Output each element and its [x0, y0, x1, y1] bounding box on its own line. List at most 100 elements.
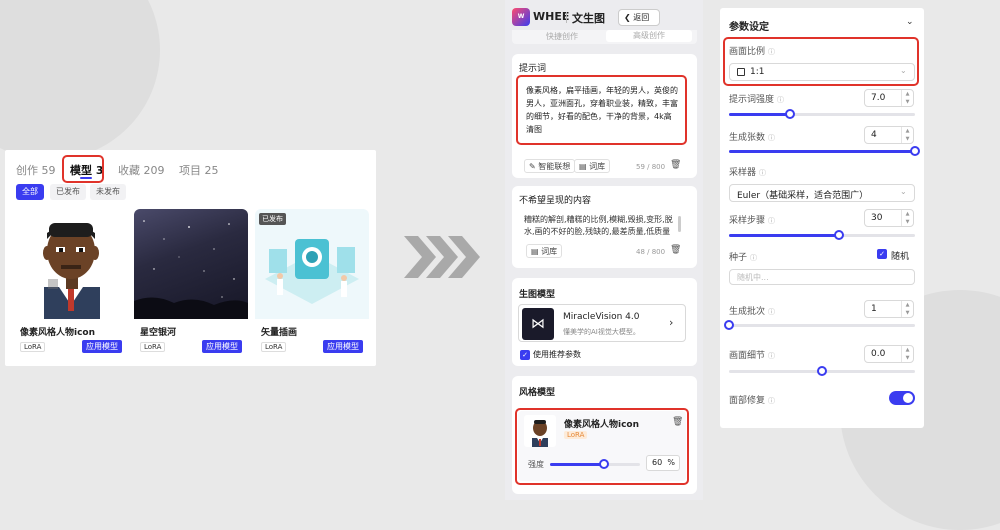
guidance-slider-fill: [729, 113, 791, 116]
face-fix-toggle[interactable]: [889, 391, 915, 405]
negative-prompt-label: 不希望呈现的内容: [519, 196, 592, 206]
tab-favorites[interactable]: 收藏 209: [118, 162, 165, 178]
smart-assist-button[interactable]: ✎ 智能联想: [524, 159, 576, 173]
highlight-prompt: [516, 75, 687, 145]
mode-tabs: 快捷创作 高级创作: [512, 30, 697, 44]
seed-input[interactable]: 随机中...: [729, 269, 915, 285]
prompt-library-label: 词库: [589, 162, 606, 171]
filter-all[interactable]: 全部: [16, 184, 44, 200]
model-name: 像素风格人物icon: [20, 328, 96, 338]
base-model-name: MiracleVision 4.0: [563, 312, 640, 322]
back-button[interactable]: ❮ 返回: [618, 9, 660, 26]
bulb-icon: ✎: [529, 162, 536, 171]
stepper-icon[interactable]: ▲ ▼: [901, 90, 913, 106]
negative-library-label: 词库: [541, 247, 558, 256]
help-icon: ⓘ: [768, 352, 776, 360]
chevron-left-icon: ❮: [624, 13, 631, 22]
count-slider[interactable]: [729, 146, 920, 156]
scrollbar[interactable]: [678, 216, 681, 232]
sampler-select[interactable]: Euler（基础采样，适合范围广） ⌄: [729, 184, 915, 202]
chevron-down-icon: ⌄: [900, 187, 907, 196]
smart-assist-label: 智能联想: [538, 162, 571, 171]
vector-illustration-thumbnail: [255, 209, 369, 319]
collapse-chevron-icon[interactable]: ⌄: [906, 17, 914, 27]
batch-slider-handle[interactable]: [724, 320, 734, 330]
chevron-right-icon: ›: [669, 316, 674, 329]
help-icon: ⓘ: [750, 254, 758, 262]
apply-model-button[interactable]: 应用模型: [82, 340, 122, 353]
filter-published[interactable]: 已发布: [50, 184, 86, 200]
highlight-ratio: [723, 37, 919, 86]
detail-input[interactable]: 0.0 ▲ ▼: [864, 345, 914, 363]
guidance-input[interactable]: 7.0 ▲ ▼: [864, 89, 914, 107]
count-slider-handle[interactable]: [910, 146, 920, 156]
steps-slider-handle[interactable]: [833, 230, 844, 240]
book-icon: ▤: [579, 162, 587, 171]
flow-arrows: [404, 236, 484, 281]
steps-slider-fill: [729, 234, 839, 237]
guidance-slider[interactable]: [729, 109, 915, 119]
params-title: 参数设定: [729, 22, 769, 33]
count-label: 生成张数 ⓘ: [729, 133, 776, 143]
toggle-knob: [903, 393, 913, 403]
tab-creations[interactable]: 创作 59: [16, 162, 56, 178]
highlight-models-tab: [62, 155, 104, 183]
lora-tag: LoRA: [261, 342, 287, 352]
batch-input[interactable]: 1 ▲ ▼: [864, 300, 914, 318]
model-name: 星空银河: [140, 328, 177, 338]
highlight-style-model: [515, 408, 689, 485]
batch-value: 1: [871, 304, 877, 314]
detail-slider[interactable]: [729, 366, 915, 376]
count-input[interactable]: 4 ▲ ▼: [864, 126, 914, 144]
batch-label: 生成批次 ⓘ: [729, 307, 776, 317]
pixel-portrait-thumbnail: [14, 209, 128, 319]
stepper-icon[interactable]: ▲ ▼: [901, 346, 913, 362]
prompt-library-button[interactable]: ▤ 词库: [574, 159, 611, 173]
prompt-char-count: 59 / 800: [636, 163, 666, 171]
tab-advanced-create[interactable]: 高级创作: [606, 30, 692, 42]
tab-projects[interactable]: 项目 25: [179, 162, 219, 178]
stepper-icon[interactable]: ▲ ▼: [901, 210, 913, 226]
model-name: 矢量插画: [261, 328, 298, 338]
published-badge: 已发布: [259, 213, 286, 225]
stepper-icon[interactable]: ▲ ▼: [901, 301, 913, 317]
steps-input[interactable]: 30 ▲ ▼: [864, 209, 914, 227]
negative-library-button[interactable]: ▤ 词库: [526, 244, 563, 258]
style-model-label: 风格模型: [519, 388, 556, 398]
help-icon: ⓘ: [768, 397, 776, 405]
steps-value: 30: [871, 213, 883, 223]
seed-random-checkbox[interactable]: ✓: [877, 249, 887, 259]
guidance-label: 提示词强度 ⓘ: [729, 95, 785, 105]
filter-unpublished[interactable]: 未发布: [90, 184, 126, 200]
model-card-galaxy[interactable]: 星空银河 LoRA 应用模型: [134, 209, 248, 359]
tab-quick-create[interactable]: 快捷创作: [546, 31, 578, 42]
app-logo-text: WHEE: [533, 10, 570, 23]
prompt-label: 提示词: [519, 64, 547, 74]
model-card-vector-illustration[interactable]: 已发布 矢量插画 LoRA 应用模型: [255, 209, 369, 359]
steps-slider[interactable]: [729, 230, 915, 240]
detail-slider-handle[interactable]: [817, 366, 827, 376]
model-card-pixel-icon[interactable]: 像素风格人物icon LoRA 应用模型: [14, 209, 128, 359]
guidance-value: 7.0: [871, 93, 886, 103]
starry-sky-thumbnail: [134, 209, 248, 319]
trash-icon[interactable]: 🗑: [670, 160, 681, 170]
batch-slider[interactable]: [724, 320, 915, 330]
help-icon: ⓘ: [777, 96, 785, 104]
apply-model-button[interactable]: 应用模型: [323, 340, 363, 353]
page-title: 文生图: [572, 12, 605, 25]
sampler-value: Euler（基础采样，适合范围广）: [737, 191, 869, 201]
lora-tag: LoRA: [140, 342, 166, 352]
apply-model-button[interactable]: 应用模型: [202, 340, 242, 353]
seed-label: 种子 ⓘ: [729, 253, 758, 263]
trash-icon[interactable]: 🗑: [670, 245, 681, 255]
lora-tag: LoRA: [20, 342, 46, 352]
steps-label: 采样步骤 ⓘ: [729, 216, 776, 226]
detail-value: 0.0: [871, 349, 886, 359]
seed-random-label: 随机: [891, 252, 910, 262]
recommend-params-checkbox[interactable]: ✓: [520, 350, 530, 360]
base-model-selector[interactable]: ⋈ MiracleVision 4.0 懂美学的AI视觉大模型。 ›: [518, 304, 686, 342]
base-model-desc: 懂美学的AI视觉大模型。: [563, 328, 640, 336]
stepper-icon[interactable]: ▲ ▼: [901, 127, 913, 143]
negative-prompt-text: 糟糕的解剖,糟糕的比例,模糊,毁损,变形,脱水,画的不好的脸,残缺的,最差质量,…: [524, 215, 673, 236]
help-icon: ⓘ: [768, 217, 776, 225]
